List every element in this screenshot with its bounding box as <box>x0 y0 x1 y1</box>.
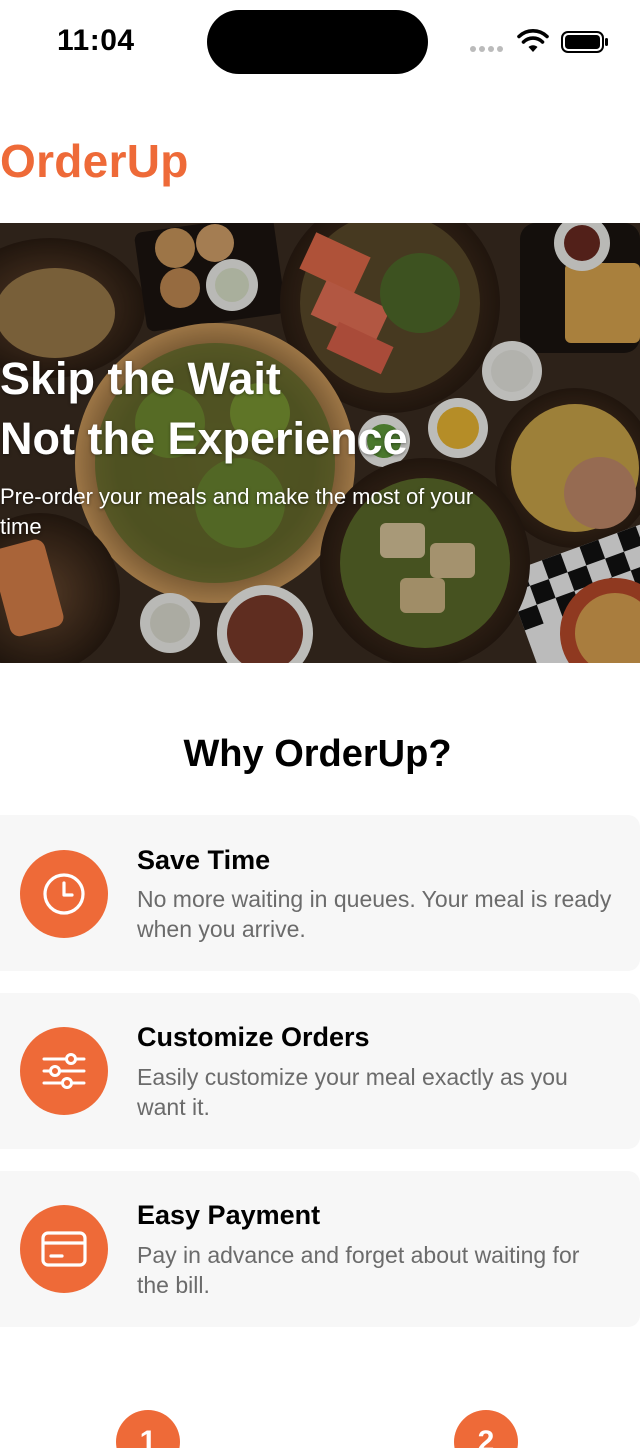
clock-icon <box>20 850 108 938</box>
feature-description: Easily customize your meal exactly as yo… <box>137 1064 568 1120</box>
feature-card-customize-orders[interactable]: Customize Orders Easily customize your m… <box>0 993 640 1149</box>
hero-headline-line2: Not the Experience <box>0 413 408 464</box>
step-badge-2: 2 <box>454 1410 518 1448</box>
app-title: OrderUp <box>0 135 189 187</box>
feature-title: Customize Orders <box>137 1022 370 1052</box>
dynamic-island <box>207 10 428 74</box>
hero-banner: Skip the Wait Not the Experience Pre-ord… <box>0 223 640 663</box>
feature-title: Easy Payment <box>137 1200 321 1230</box>
status-time: 11:04 <box>57 24 135 57</box>
battery-icon <box>561 31 608 53</box>
hero-subtitle: Pre-order your meals and make the most o… <box>0 484 474 539</box>
hero-headline-line1: Skip the Wait <box>0 353 281 404</box>
hero-headline: Skip the Wait Not the Experience <box>0 349 408 469</box>
feature-title: Save Time <box>137 845 271 875</box>
why-section-title: Why OrderUp? <box>183 733 452 775</box>
wifi-icon <box>517 29 549 52</box>
feature-description: Pay in advance and forget about waiting … <box>137 1242 580 1298</box>
credit-card-icon <box>20 1205 108 1293</box>
feature-card-easy-payment[interactable]: Easy Payment Pay in advance and forget a… <box>0 1171 640 1327</box>
feature-description: No more waiting in queues. Your meal is … <box>137 886 612 942</box>
step-badge-1: 1 <box>116 1410 180 1448</box>
signal-dots-icon <box>470 46 506 52</box>
feature-card-save-time[interactable]: Save Time No more waiting in queues. You… <box>0 815 640 971</box>
sliders-icon <box>20 1027 108 1115</box>
status-bar: 11:04 <box>0 0 640 90</box>
